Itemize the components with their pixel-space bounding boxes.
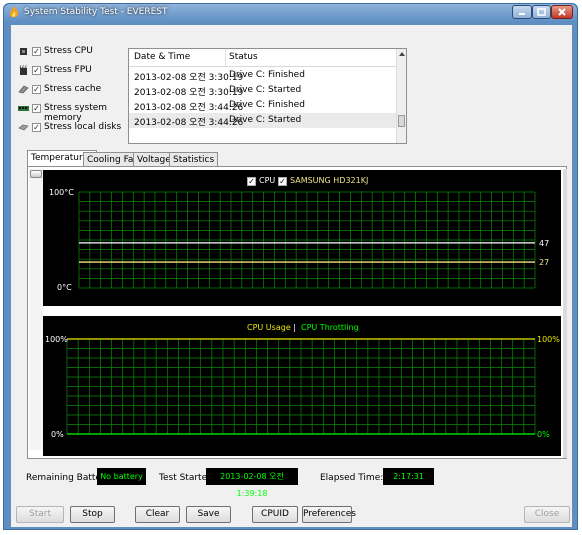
temperature-chart-svg — [78, 191, 536, 289]
option-label: Stress cache — [44, 84, 102, 94]
option-label: Stress local disks — [44, 122, 122, 132]
temp-value-cpu: 47 — [539, 239, 550, 248]
memory-module-icon — [18, 106, 29, 111]
clear-button[interactable]: Clear — [135, 506, 180, 523]
option-stress-cache[interactable]: ✓ Stress cache — [18, 83, 133, 99]
cpu-chip-icon — [20, 48, 27, 55]
cpuid-button[interactable]: CPUID — [252, 506, 298, 523]
panel-scrollbar[interactable] — [563, 169, 567, 458]
legend-cpu: CPU — [259, 176, 276, 185]
cpu-usage-grid — [66, 338, 536, 435]
log-datetime: 2013-02-08 오전 3:44:26 — [134, 118, 244, 128]
elapsed-time-value: 2:17:31 — [383, 468, 434, 485]
tab-statistics[interactable]: Statistics — [169, 152, 219, 167]
table-row[interactable]: 2013-02-08 오전 3:30:19 Drive C: Started — [129, 83, 396, 98]
cpu-usage-chart-svg — [66, 338, 536, 435]
battery-value: No battery — [97, 468, 146, 485]
cpu-usage-chart: CPU Usage | CPU Throttling 100% 0% 100% … — [43, 316, 561, 456]
column-header-datetime[interactable]: Date & Time — [134, 52, 190, 62]
svg-text:123: 123 — [19, 65, 27, 69]
minimize-button[interactable] — [512, 5, 532, 19]
event-log-list[interactable]: Date & Time Status 2013-02-08 오전 3:30:19… — [128, 48, 407, 144]
legend-checkbox-disk[interactable]: ✓ — [278, 177, 287, 186]
log-status: Drive C: Finished — [229, 70, 305, 80]
minimize-icon — [519, 13, 525, 15]
maximize-icon — [537, 8, 546, 16]
stop-button[interactable]: Stop — [70, 506, 115, 523]
elapsed-time-label: Elapsed Time: — [320, 473, 384, 483]
app-window: System Stability Test - EVEREST ✓ Stress… — [3, 3, 578, 530]
legend-disk: SAMSUNG HD321KJ — [290, 176, 369, 185]
option-stress-fpu[interactable]: 123 ✓ Stress FPU — [18, 64, 133, 80]
scroll-thumb[interactable] — [398, 115, 405, 127]
temperature-grid — [78, 191, 536, 289]
legend-cpu-usage: CPU Usage — [247, 323, 291, 332]
option-stress-cpu[interactable]: ✓ Stress CPU — [18, 45, 133, 61]
table-row[interactable]: 2013-02-08 오전 3:30:19 Drive C: Finished — [129, 68, 396, 83]
usage-axis-top-left: 100% — [45, 335, 68, 344]
usage-axis-bottom-left: 0% — [51, 430, 64, 439]
log-datetime: 2013-02-08 오전 3:30:19 — [134, 88, 244, 98]
log-datetime: 2013-02-08 오전 3:30:19 — [134, 73, 244, 83]
usage-axis-top-right: 100% — [537, 335, 560, 344]
start-button[interactable]: Start — [16, 506, 64, 523]
table-row-selected[interactable]: 2013-02-08 오전 3:44:26 Drive C: Started — [129, 113, 396, 128]
fpu-chip-icon: 123 — [19, 65, 27, 75]
title-bar[interactable]: System Stability Test - EVEREST — [4, 4, 577, 22]
checkbox-stress-cpu[interactable]: ✓ — [32, 47, 41, 56]
checkbox-stress-fpu[interactable]: ✓ — [32, 66, 41, 75]
window-title: System Stability Test - EVEREST — [24, 7, 168, 17]
legend-checkbox-cpu[interactable]: ✓ — [247, 177, 256, 186]
close-icon — [558, 8, 566, 16]
hard-disk-icon — [18, 124, 29, 131]
log-status: Drive C: Started — [229, 115, 302, 125]
app-flame-icon — [9, 6, 19, 18]
maximize-button[interactable] — [532, 5, 551, 19]
preferences-button[interactable]: Preferences — [302, 506, 356, 523]
checkbox-stress-system-memory[interactable]: ✓ — [32, 104, 41, 113]
save-button[interactable]: Save — [186, 506, 231, 523]
log-status: Drive C: Started — [229, 85, 302, 95]
option-label: Stress CPU — [44, 46, 93, 56]
temperature-chart: ✓ CPU ✓ SAMSUNG HD321KJ 100°C 0°C 47 27 — [43, 170, 561, 306]
legend-separator: | — [293, 323, 296, 332]
test-started-value: 2013-02-08 오전 1:39:18 — [206, 468, 298, 498]
history-slider[interactable] — [29, 169, 43, 450]
window-close-button[interactable] — [551, 5, 573, 19]
temp-axis-top: 100°C — [49, 188, 74, 197]
close-button[interactable]: Close — [524, 506, 570, 523]
checkbox-stress-cache[interactable]: ✓ — [32, 85, 41, 94]
usage-axis-bottom-right: 0% — [537, 430, 550, 439]
column-divider[interactable] — [225, 49, 226, 66]
log-status: Drive C: Finished — [229, 100, 305, 110]
log-datetime: 2013-02-08 오전 3:44:26 — [134, 103, 244, 113]
log-scrollbar[interactable] — [396, 49, 406, 143]
option-stress-local-disks[interactable]: ✓ Stress local disks — [18, 121, 133, 137]
checkbox-stress-local-disks[interactable]: ✓ — [32, 123, 41, 132]
temp-value-disk: 27 — [539, 258, 550, 267]
legend-cpu-throttling: CPU Throttling — [301, 323, 359, 332]
client-area: ✓ Stress CPU 123 ✓ Stress FPU ✓ Stress c… — [11, 25, 572, 527]
stress-options: ✓ Stress CPU 123 ✓ Stress FPU ✓ Stress c… — [18, 45, 133, 145]
table-row[interactable]: 2013-02-08 오전 3:44:26 Drive C: Finished — [129, 98, 396, 113]
slider-thumb[interactable] — [30, 170, 42, 178]
cache-memory-icon — [18, 85, 29, 94]
option-label: Stress system memory — [44, 103, 108, 123]
option-label: Stress FPU — [44, 65, 92, 75]
scroll-up-icon[interactable] — [398, 51, 406, 57]
log-header: Date & Time Status — [129, 49, 396, 67]
option-stress-system-memory[interactable]: ✓ Stress system memory — [18, 102, 136, 123]
temp-axis-bottom: 0°C — [57, 283, 72, 292]
column-header-status[interactable]: Status — [229, 52, 258, 62]
